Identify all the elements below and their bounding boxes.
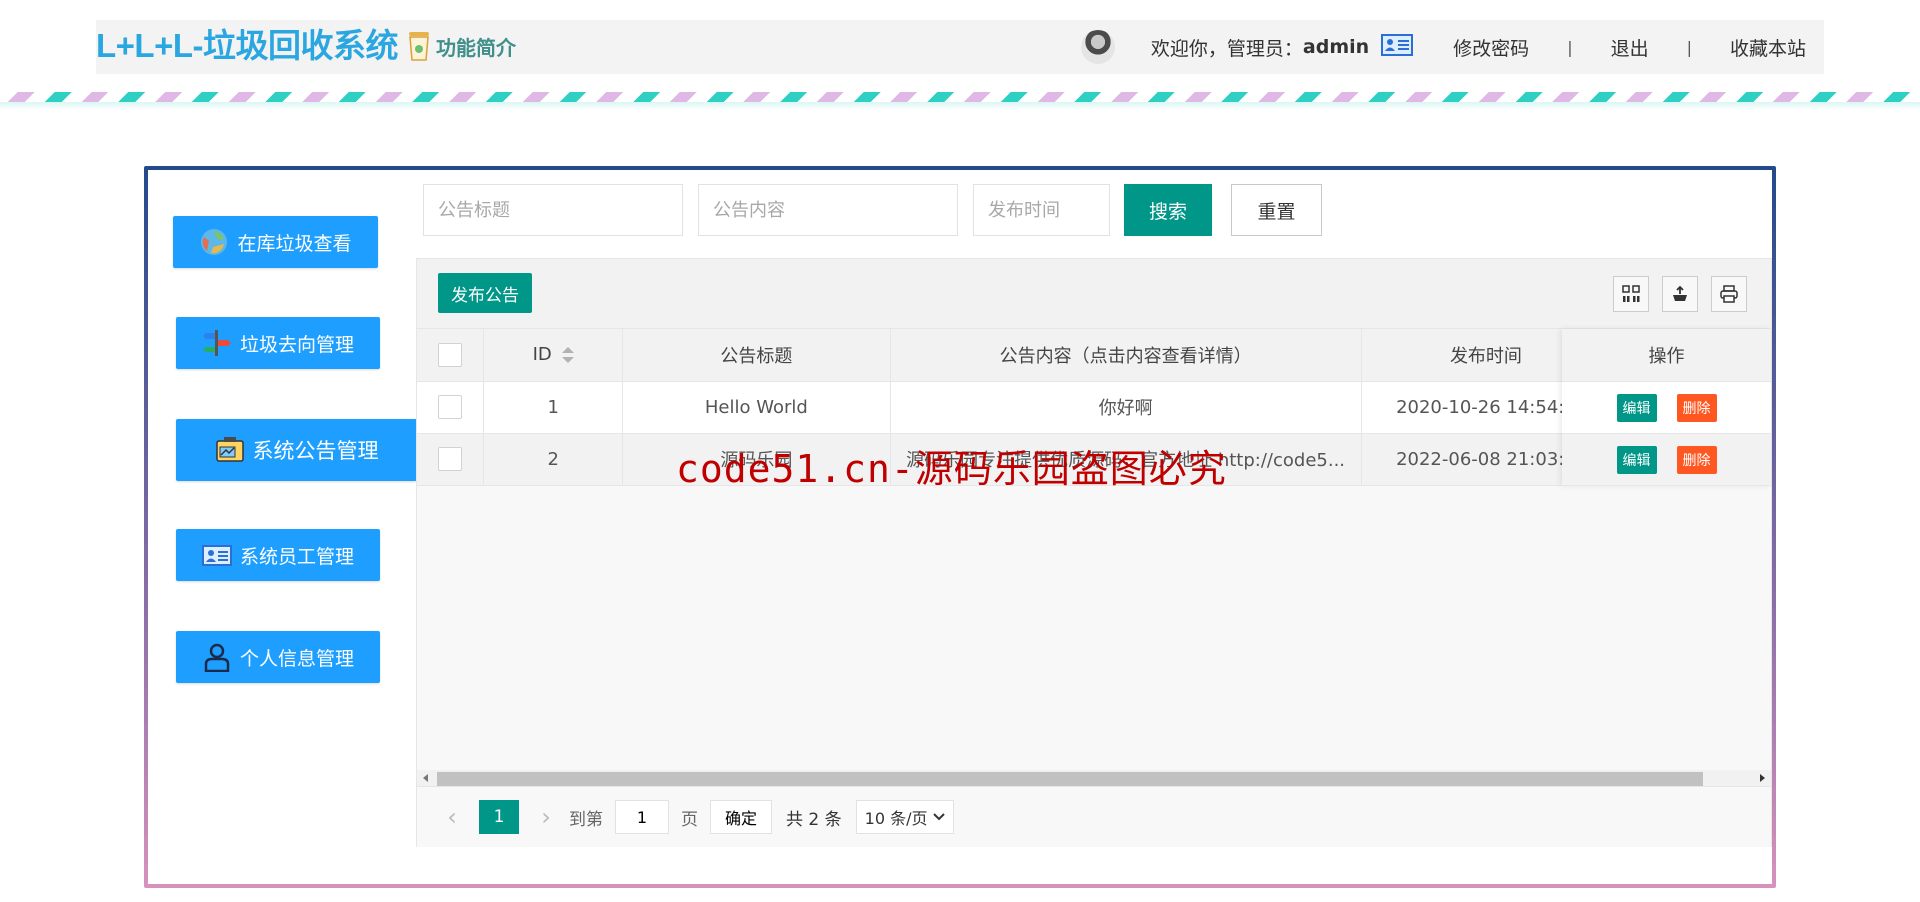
row-actions: 编辑 删除: [1562, 382, 1771, 434]
edit-button[interactable]: 编辑: [1616, 393, 1657, 422]
export-icon[interactable]: [1662, 276, 1698, 312]
sidebar-item-label: 在库垃圾查看: [237, 232, 352, 255]
next-page-icon[interactable]: ›: [531, 803, 561, 831]
goto-page-input[interactable]: [615, 800, 669, 834]
column-header-actions: 操作: [1562, 329, 1771, 382]
print-icon[interactable]: [1711, 276, 1747, 312]
edit-button[interactable]: 编辑: [1616, 445, 1657, 474]
separator: |: [1567, 37, 1573, 57]
recycle-icon: [199, 227, 229, 257]
goto-confirm-button[interactable]: 确定: [710, 800, 773, 834]
user-icon: [202, 642, 232, 673]
pagination: ‹ 1 › 到第 页 确定 共 2 条 10 条/页: [417, 786, 1771, 847]
content-search-input[interactable]: [698, 184, 958, 236]
columns-icon[interactable]: [1613, 276, 1649, 312]
publish-announcement-button[interactable]: 发布公告: [438, 273, 532, 313]
cell-title: Hello World: [622, 381, 891, 434]
avatar: [1080, 30, 1115, 64]
top-header: L+L+L-垃圾回收系统 功能简介 欢迎你，管理员： admin 修改密码 | …: [96, 20, 1824, 74]
select-all-checkbox[interactable]: [438, 342, 463, 367]
horizontal-scrollbar[interactable]: [417, 770, 1771, 786]
brand-title: L+L+L-垃圾回收系统: [96, 27, 399, 64]
signpost-icon: [202, 328, 232, 358]
column-header-content: 公告内容（点击内容查看详情）: [890, 329, 1362, 382]
scroll-right-arrow-icon[interactable]: [1760, 774, 1765, 782]
scroll-thumb[interactable]: [437, 772, 1703, 786]
delete-button[interactable]: 删除: [1676, 393, 1717, 422]
row-checkbox[interactable]: [438, 447, 463, 471]
sidebar-item-profile[interactable]: 个人信息管理: [176, 631, 380, 683]
sort-icon[interactable]: [561, 347, 574, 364]
logout-link[interactable]: 退出: [1611, 34, 1649, 61]
chevron-down-icon: [933, 813, 946, 821]
username: admin: [1302, 36, 1370, 58]
total-count: 共 2 条: [786, 809, 842, 830]
sidebar-item-label: 系统员工管理: [239, 545, 354, 568]
cell-id: 1: [483, 381, 624, 434]
reset-button[interactable]: 重置: [1231, 184, 1322, 236]
column-header-id[interactable]: ID: [483, 329, 624, 382]
favorite-link[interactable]: 收藏本站: [1730, 34, 1806, 61]
page-unit-label: 页: [681, 809, 698, 830]
sidebar-item-label: 个人信息管理: [239, 647, 354, 670]
table-toolbar: 发布公告: [417, 259, 1771, 329]
welcome-text: 欢迎你，管理员： admin: [1151, 34, 1369, 61]
cell-content[interactable]: 你好啊: [890, 381, 1362, 434]
search-button[interactable]: 搜索: [1124, 184, 1212, 236]
prev-page-icon[interactable]: ‹: [437, 803, 467, 831]
announcement-icon: [215, 435, 245, 465]
intro-label: 功能简介: [436, 35, 516, 60]
sidebar-item-label: 垃圾去向管理: [239, 333, 354, 356]
page-size-select[interactable]: 10 条/页: [855, 800, 955, 834]
separator: |: [1686, 37, 1692, 57]
decorative-stripe: [0, 92, 1920, 102]
intro-link[interactable]: 功能简介: [406, 30, 516, 62]
id-card-icon: [201, 540, 232, 570]
column-header-title: 公告标题: [622, 329, 891, 382]
cell-id: 2: [483, 433, 624, 486]
stripe-glow: [0, 102, 1920, 110]
sidebar-item-garbage-destination[interactable]: 垃圾去向管理: [176, 317, 380, 369]
time-search-input[interactable]: [973, 184, 1110, 236]
row-select-cell: [417, 381, 485, 434]
welcome-prefix: 欢迎你，管理员：: [1150, 37, 1303, 60]
cell-title: 源码乐园: [622, 433, 891, 486]
sidebar-item-garbage-view[interactable]: 在库垃圾查看: [173, 216, 378, 268]
change-password-link[interactable]: 修改密码: [1453, 34, 1529, 61]
scroll-left-arrow-icon[interactable]: [423, 774, 428, 782]
row-checkbox[interactable]: [438, 395, 463, 419]
column-label: ID: [532, 344, 552, 366]
delete-button[interactable]: 删除: [1676, 445, 1717, 474]
sidebar-item-staff[interactable]: 系统员工管理: [176, 529, 380, 581]
select-all-cell: [417, 329, 485, 382]
actions-column: 操作 编辑 删除 编辑 删除: [1562, 329, 1771, 486]
page-size-value: 10 条/页: [864, 809, 928, 828]
sidebar-item-label: 系统公告管理: [252, 439, 379, 463]
row-select-cell: [417, 433, 485, 486]
table-panel: 发布公告 ID 公告标题 公告内容（点击内容查看详情） 发布时间 1 Hello…: [416, 258, 1772, 847]
sidebar-item-announcements[interactable]: 系统公告管理: [176, 419, 417, 481]
cup-icon: [406, 30, 432, 62]
title-search-input[interactable]: [423, 184, 683, 236]
current-page[interactable]: 1: [479, 800, 519, 834]
header-actions: 欢迎你，管理员： admin 修改密码 | 退出 | 收藏本站: [1080, 20, 1806, 74]
goto-label: 到第: [569, 809, 603, 830]
row-actions: 编辑 删除: [1562, 434, 1771, 486]
id-card-icon: [1381, 33, 1414, 61]
cell-content[interactable]: 源码乐园专注提供优质源码，官方地址 http://code5...: [890, 433, 1362, 486]
